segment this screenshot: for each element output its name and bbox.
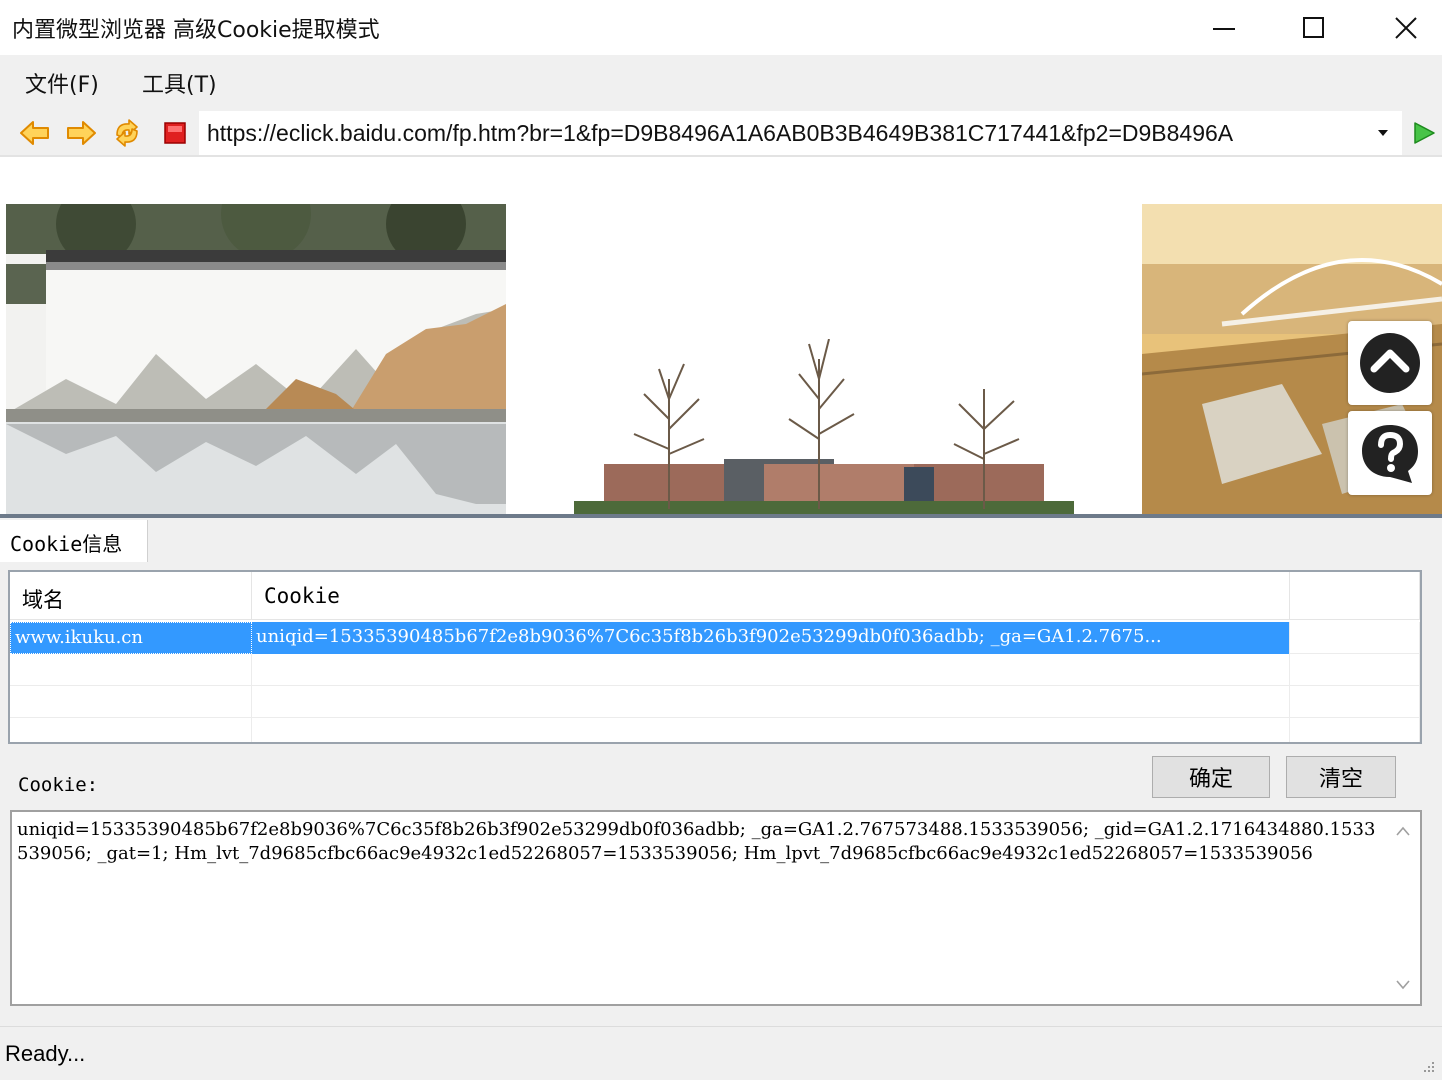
maximize-icon	[1303, 16, 1324, 38]
arrow-left-icon	[20, 121, 49, 145]
table-row-empty	[10, 718, 1420, 742]
close-button[interactable]	[1360, 0, 1442, 55]
table-row[interactable]: www.ikuku.cn uniqid=15335390485b67f2e8b9…	[10, 622, 1420, 654]
table-row-empty	[10, 686, 1420, 718]
title-bar: 内置微型浏览器 高级Cookie提取模式	[0, 0, 1442, 55]
chevron-up-circle-icon	[1360, 333, 1420, 393]
play-icon	[1414, 122, 1435, 144]
maximize-button[interactable]	[1268, 0, 1360, 55]
tab-cookie-info[interactable]: Cookie信息	[0, 520, 148, 562]
menu-tools[interactable]: 工具(T)	[142, 67, 217, 99]
go-button[interactable]	[1406, 115, 1442, 151]
stop-button[interactable]	[157, 115, 193, 151]
minimize-button[interactable]	[1178, 0, 1270, 55]
close-icon	[1395, 16, 1417, 39]
cell-domain[interactable]: www.ikuku.cn	[10, 622, 252, 654]
column-header-domain[interactable]: 域名	[10, 572, 252, 620]
arrow-right-icon	[67, 121, 96, 145]
window-title: 内置微型浏览器 高级Cookie提取模式	[12, 18, 380, 43]
minimize-icon	[1213, 27, 1235, 30]
resize-grip-icon[interactable]	[1422, 1060, 1436, 1074]
address-url[interactable]: https://eclick.baidu.com/fp.htm?br=1&fp=…	[207, 120, 1367, 147]
question-bubble-icon	[1362, 425, 1418, 483]
clear-button[interactable]: 清空	[1286, 756, 1396, 798]
refresh-button[interactable]	[109, 115, 145, 151]
vertical-scrollbar[interactable]	[1386, 812, 1420, 1004]
confirm-button[interactable]: 确定	[1152, 756, 1270, 798]
cell-empty	[1290, 622, 1420, 654]
address-bar[interactable]: https://eclick.baidu.com/fp.htm?br=1&fp=…	[199, 111, 1402, 155]
web-content[interactable]	[0, 159, 1442, 515]
scroll-down-button[interactable]	[1394, 976, 1412, 994]
cookie-textarea[interactable]: uniqid=15335390485b67f2e8b9036%7C6c35f8b…	[10, 810, 1422, 1006]
back-button[interactable]	[17, 115, 53, 151]
landscape-wall-image[interactable]	[6, 204, 506, 514]
building-trees-image[interactable]	[574, 339, 1074, 515]
scroll-top-button[interactable]	[1348, 321, 1432, 405]
forward-button[interactable]	[63, 115, 99, 151]
status-bar: Ready...	[0, 1026, 1442, 1080]
cookie-panel: Cookie信息 域名 Cookie www.ikuku.cn uniqid=1…	[0, 518, 1442, 1026]
cell-cookie[interactable]: uniqid=15335390485b67f2e8b9036%7C6c35f8b…	[252, 622, 1290, 654]
navigation-toolbar: https://eclick.baidu.com/fp.htm?br=1&fp=…	[0, 107, 1442, 157]
cookie-label: Cookie:	[18, 774, 99, 796]
scroll-up-button[interactable]	[1394, 822, 1412, 840]
menu-bar: 文件(F) 工具(T)	[0, 55, 1442, 107]
table-row-empty	[10, 654, 1420, 686]
column-header-empty	[1290, 572, 1420, 620]
chevron-down-icon	[1378, 130, 1388, 136]
stop-icon	[164, 122, 186, 144]
help-button[interactable]	[1348, 411, 1432, 495]
table-header: 域名 Cookie	[10, 572, 1420, 620]
status-text: Ready...	[5, 1041, 86, 1066]
chevron-up-icon	[1396, 826, 1410, 836]
cookie-table[interactable]: 域名 Cookie www.ikuku.cn uniqid=1533539048…	[8, 570, 1422, 744]
tab-label: Cookie信息	[10, 532, 123, 556]
chevron-down-icon	[1396, 980, 1410, 990]
refresh-icon	[116, 119, 138, 147]
cookie-text[interactable]: uniqid=15335390485b67f2e8b9036%7C6c35f8b…	[17, 818, 1377, 866]
column-header-cookie[interactable]: Cookie	[252, 572, 1290, 620]
address-dropdown[interactable]	[1369, 112, 1397, 154]
menu-file[interactable]: 文件(F)	[25, 67, 99, 99]
